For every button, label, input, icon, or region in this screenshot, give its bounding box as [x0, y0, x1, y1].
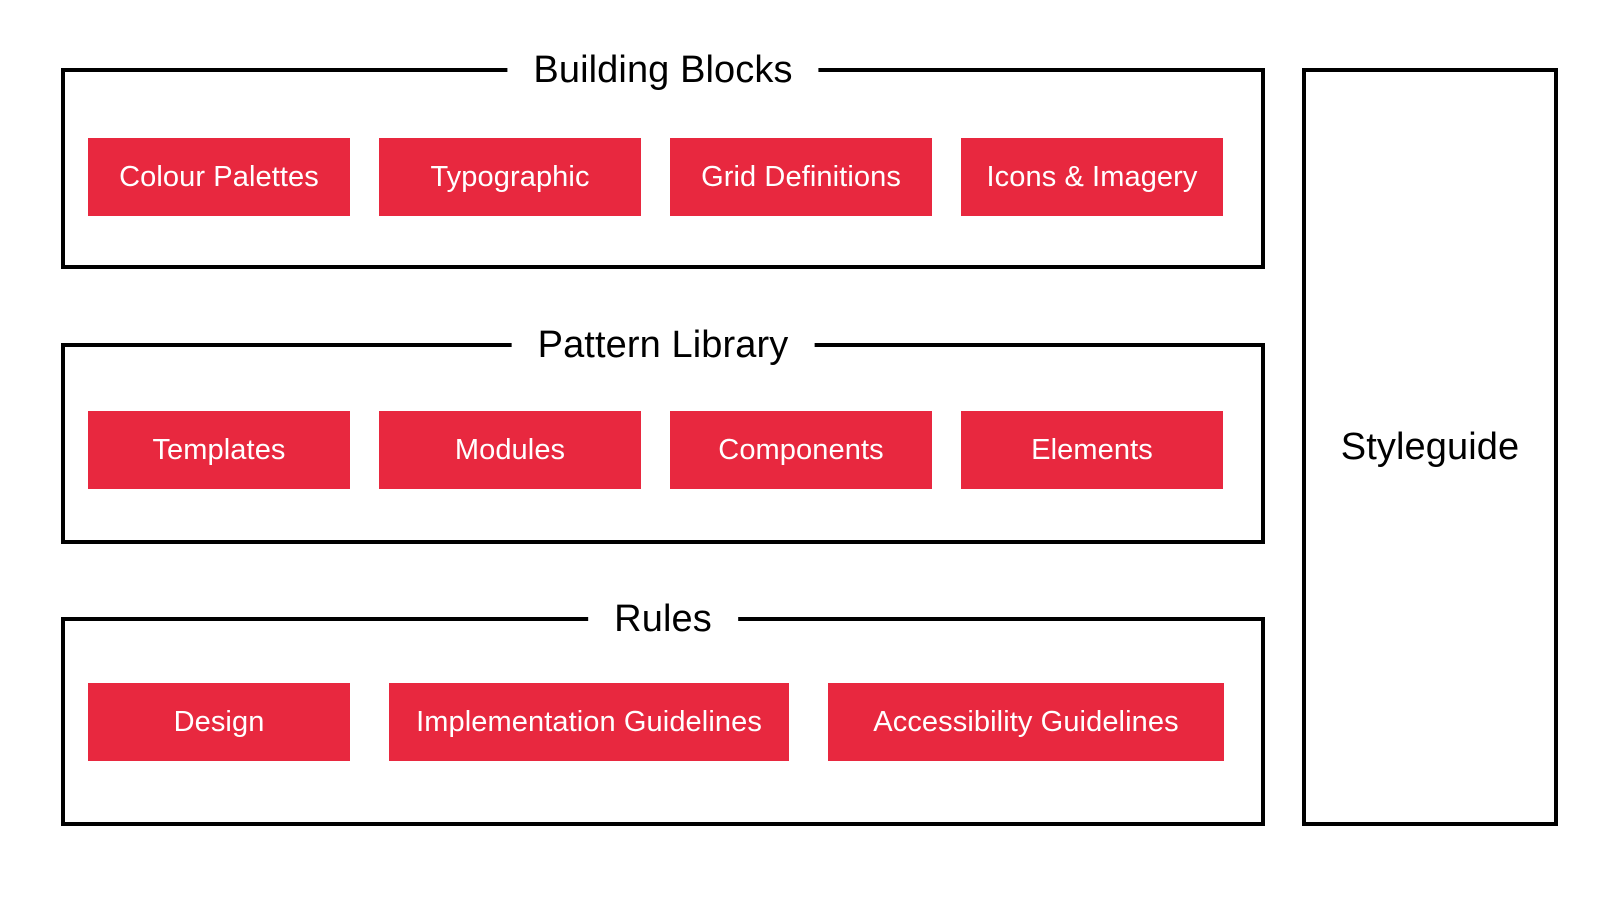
chip-row-rules: Design Implementation Guidelines Accessi… — [88, 683, 1238, 761]
chip-templates[interactable]: Templates — [88, 411, 350, 489]
chip-design[interactable]: Design — [88, 683, 350, 761]
styleguide-label: Styleguide — [1340, 425, 1520, 468]
chip-colour-palettes[interactable]: Colour Palettes — [88, 138, 350, 216]
chip-grid-definitions[interactable]: Grid Definitions — [670, 138, 932, 216]
chip-row-pattern-library: Templates Modules Components Elements — [88, 411, 1238, 489]
chip-row-building-blocks: Colour Palettes Typographic Grid Definit… — [88, 138, 1238, 216]
group-title-building-blocks: Building Blocks — [507, 40, 819, 100]
chip-accessibility-guidelines[interactable]: Accessibility Guidelines — [828, 683, 1224, 761]
chip-typographic[interactable]: Typographic — [379, 138, 641, 216]
group-title-pattern-library: Pattern Library — [511, 315, 815, 375]
chip-implementation-guidelines[interactable]: Implementation Guidelines — [389, 683, 789, 761]
chip-modules[interactable]: Modules — [379, 411, 641, 489]
diagram-canvas: Building Blocks Colour Palettes Typograp… — [0, 0, 1600, 900]
group-styleguide: Styleguide — [1302, 68, 1558, 826]
chip-icons-and-imagery[interactable]: Icons & Imagery — [961, 138, 1223, 216]
chip-elements[interactable]: Elements — [961, 411, 1223, 489]
chip-components[interactable]: Components — [670, 411, 932, 489]
group-title-rules: Rules — [588, 589, 738, 649]
